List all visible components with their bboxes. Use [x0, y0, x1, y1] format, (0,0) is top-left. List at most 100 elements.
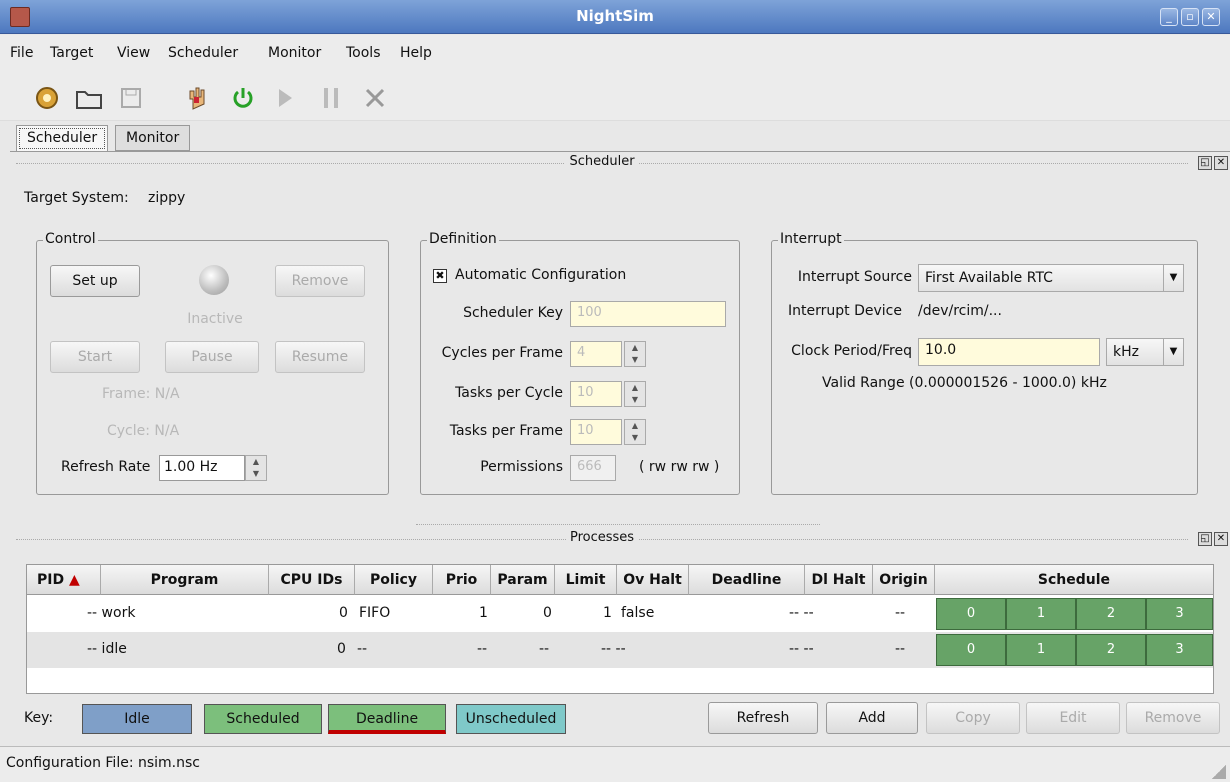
- schedule-cell-cpu1[interactable]: 1: [1006, 634, 1076, 666]
- permissions-input[interactable]: 666: [570, 455, 616, 481]
- column-header-origin[interactable]: Origin: [873, 565, 935, 595]
- pause-icon[interactable]: [314, 81, 348, 115]
- menu-view[interactable]: View: [117, 45, 150, 61]
- toolbar: [0, 75, 1230, 121]
- remove-scheduler-button[interactable]: Remove: [275, 265, 365, 297]
- interrupt-source-select[interactable]: First Available RTC ▼: [918, 264, 1184, 292]
- column-header-program[interactable]: Program: [101, 565, 269, 595]
- cycles-per-frame-input[interactable]: 4: [570, 341, 622, 367]
- stop-icon[interactable]: [358, 81, 392, 115]
- column-header-param[interactable]: Param: [491, 565, 555, 595]
- column-header-prio[interactable]: Prio: [433, 565, 491, 595]
- cell-param: 0: [543, 605, 552, 621]
- interrupt-source-value: First Available RTC: [925, 270, 1053, 286]
- column-header-dl-halt[interactable]: Dl Halt: [805, 565, 873, 595]
- menu-target[interactable]: Target: [50, 45, 93, 61]
- new-file-icon[interactable]: [30, 81, 64, 115]
- schedule-cell-cpu2[interactable]: 2: [1076, 634, 1146, 666]
- float-icon[interactable]: ◱: [1198, 532, 1212, 546]
- config-file-label: Configuration File: nsim.nsc: [6, 755, 200, 771]
- power-icon[interactable]: [226, 81, 260, 115]
- column-header-deadline[interactable]: Deadline: [689, 565, 805, 595]
- dropdown-arrow-icon: ▼: [1163, 339, 1183, 365]
- interrupt-title: Interrupt: [778, 231, 844, 247]
- schedule-cell-cpu3[interactable]: 3: [1146, 598, 1213, 630]
- edit-button[interactable]: Edit: [1026, 702, 1120, 734]
- clock-period-label: Clock Period/Freq: [791, 343, 912, 359]
- dock-close-icon[interactable]: ✕: [1214, 532, 1228, 546]
- key-unscheduled: Unscheduled: [456, 704, 566, 734]
- tab-scheduler[interactable]: Scheduler: [16, 125, 109, 152]
- column-header-limit[interactable]: Limit: [555, 565, 617, 595]
- target-system-value: zippy: [148, 190, 186, 206]
- refresh-rate-input[interactable]: 1.00 Hz: [159, 455, 245, 481]
- process-table: PID ▲ Program CPU IDs Policy Prio Param …: [26, 564, 1214, 694]
- cell-deadline: -- --: [789, 641, 814, 657]
- tasks-cycle-spinner[interactable]: ▲ ▼: [624, 381, 646, 407]
- menu-tools[interactable]: Tools: [346, 45, 381, 61]
- menu-help[interactable]: Help: [400, 45, 432, 61]
- target-system-label: Target System:: [24, 190, 129, 206]
- setup-button[interactable]: Set up: [50, 265, 140, 297]
- add-button[interactable]: Add: [826, 702, 918, 734]
- key-label: Key:: [24, 710, 54, 726]
- save-icon[interactable]: [114, 81, 148, 115]
- schedule-cell-cpu0[interactable]: 0: [936, 598, 1006, 630]
- close-button[interactable]: ✕: [1202, 8, 1220, 26]
- definition-title: Definition: [427, 231, 499, 247]
- refresh-button[interactable]: Refresh: [708, 702, 818, 734]
- control-title: Control: [43, 231, 98, 247]
- play-icon[interactable]: [268, 81, 302, 115]
- remove-process-button[interactable]: Remove: [1126, 702, 1220, 734]
- tasks-per-frame-input[interactable]: 10: [570, 419, 622, 445]
- schedule-cell-cpu2[interactable]: 2: [1076, 598, 1146, 630]
- scheduler-key-label: Scheduler Key: [463, 305, 563, 321]
- tasks-per-cycle-input[interactable]: 10: [570, 381, 622, 407]
- menu-monitor[interactable]: Monitor: [268, 45, 321, 61]
- maximize-button[interactable]: ▫: [1181, 8, 1199, 26]
- menu-file[interactable]: File: [10, 45, 33, 61]
- column-header-ov-halt[interactable]: Ov Halt: [617, 565, 689, 595]
- start-button[interactable]: Start: [50, 341, 140, 373]
- sort-ascending-icon: ▲: [68, 572, 80, 588]
- scheduler-dock-title: Scheduler: [565, 154, 639, 169]
- tasks-frame-spinner[interactable]: ▲ ▼: [624, 419, 646, 445]
- refresh-rate-spinner[interactable]: ▲ ▼: [245, 455, 267, 481]
- cell-param: --: [539, 641, 550, 657]
- refresh-rate-label: Refresh Rate: [61, 459, 151, 475]
- column-header-cpu-ids[interactable]: CPU IDs: [269, 565, 355, 595]
- dock-close-icon[interactable]: ✕: [1214, 156, 1228, 170]
- cell-cpu: 0: [337, 641, 346, 657]
- copy-button[interactable]: Copy: [926, 702, 1020, 734]
- clock-period-input[interactable]: 10.0: [918, 338, 1100, 366]
- schedule-cell-cpu3[interactable]: 3: [1146, 634, 1213, 666]
- splitter-handle[interactable]: [416, 524, 820, 525]
- tasks-per-frame-label: Tasks per Frame: [449, 423, 563, 439]
- scheduler-key-input[interactable]: 100: [570, 301, 726, 327]
- schedule-cell-cpu1[interactable]: 1: [1006, 598, 1076, 630]
- minimize-button[interactable]: _: [1160, 8, 1178, 26]
- column-header-pid[interactable]: PID ▲: [27, 565, 101, 595]
- cell-prio: 1: [479, 605, 488, 621]
- schedule-cell-cpu0[interactable]: 0: [936, 634, 1006, 666]
- menu-scheduler[interactable]: Scheduler: [168, 45, 238, 61]
- auto-config-checkbox[interactable]: ✖: [433, 269, 447, 283]
- key-scheduled: Scheduled: [204, 704, 322, 734]
- open-folder-icon[interactable]: [72, 81, 106, 115]
- resize-grip-icon[interactable]: [1212, 765, 1226, 779]
- hand-pointer-icon[interactable]: [180, 81, 214, 115]
- clock-unit-select[interactable]: kHz ▼: [1106, 338, 1184, 366]
- permissions-label: Permissions: [480, 459, 563, 475]
- tasks-per-cycle-label: Tasks per Cycle: [455, 385, 563, 401]
- interrupt-device-label: Interrupt Device: [788, 303, 902, 319]
- resume-button[interactable]: Resume: [275, 341, 365, 373]
- key-deadline: Deadline: [328, 704, 446, 734]
- pause-button[interactable]: Pause: [165, 341, 259, 373]
- cycles-spinner[interactable]: ▲ ▼: [624, 341, 646, 367]
- float-icon[interactable]: ◱: [1198, 156, 1212, 170]
- tab-monitor[interactable]: Monitor: [115, 125, 191, 151]
- column-header-policy[interactable]: Policy: [355, 565, 433, 595]
- interrupt-source-label: Interrupt Source: [797, 269, 912, 285]
- status-indicator: [199, 265, 229, 295]
- column-header-schedule[interactable]: Schedule: [935, 565, 1213, 595]
